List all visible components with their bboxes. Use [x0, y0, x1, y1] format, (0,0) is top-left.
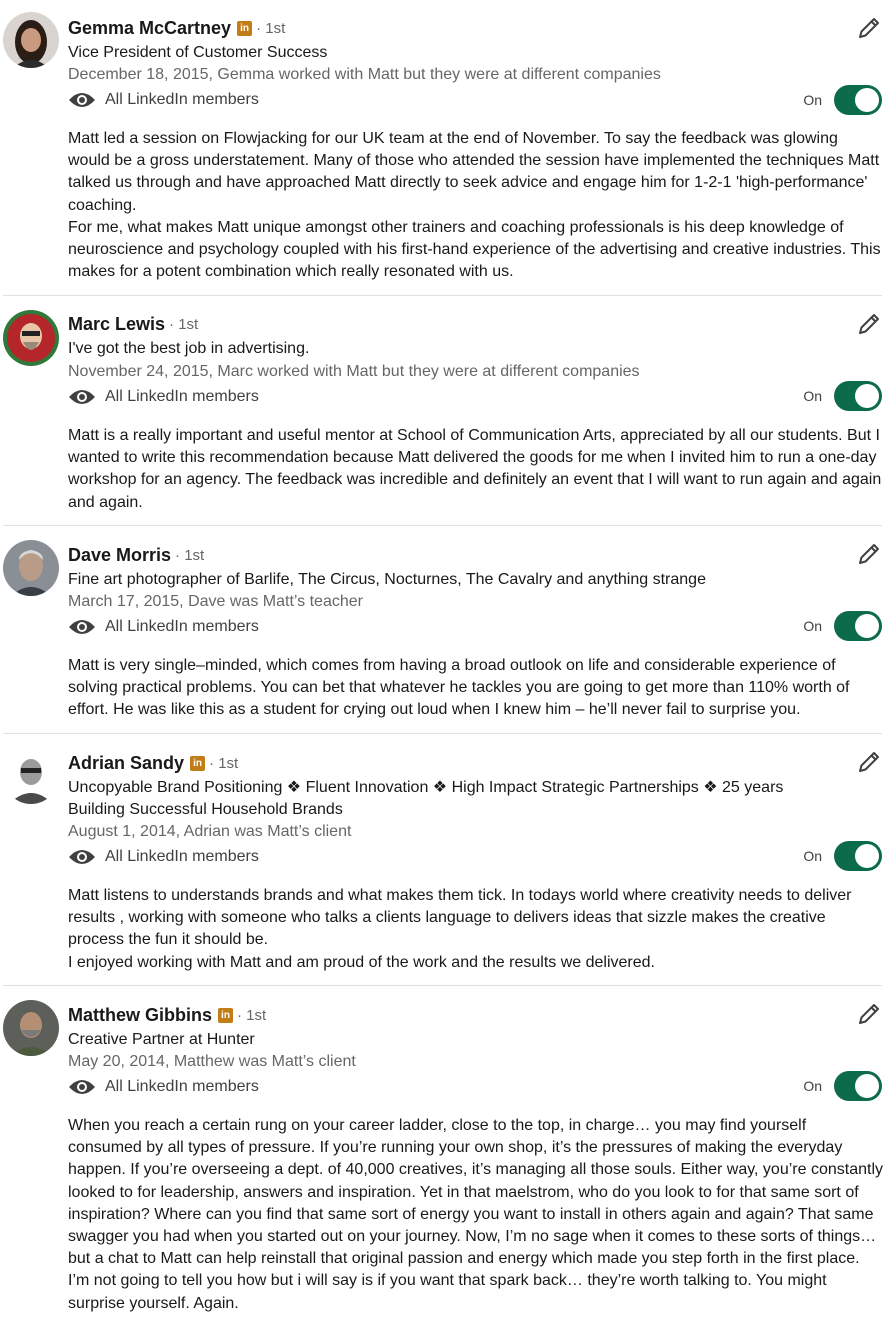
connection-degree: · 1st [237, 1006, 267, 1024]
relationship-meta: May 20, 2014, Matthew was Matt’s client [68, 1053, 356, 1070]
edit-button[interactable] [856, 311, 882, 337]
toggle-label: On [803, 1078, 822, 1094]
member-headline: I've got the best job in advertising. [68, 340, 310, 357]
relationship-meta: November 24, 2015, Marc worked with Matt… [68, 363, 640, 380]
member-headline: Vice President of Customer Success [68, 44, 328, 61]
edit-button[interactable] [856, 749, 882, 775]
visibility-label[interactable]: All LinkedIn members [105, 1078, 259, 1096]
pencil-icon [859, 1004, 879, 1024]
pencil-icon [859, 18, 879, 38]
toggle-label: On [803, 618, 822, 634]
toggle-label: On [803, 848, 822, 864]
divider [3, 525, 882, 526]
visibility-toggle[interactable] [834, 841, 882, 871]
linkedin-icon: in [190, 755, 206, 771]
connection-degree: · 1st [209, 754, 239, 772]
member-headline: Uncopyable Brand Positioning ❖ Fluent In… [68, 779, 784, 818]
eye-icon [68, 617, 96, 637]
avatar[interactable] [3, 748, 59, 804]
visibility-toggle[interactable] [834, 381, 882, 411]
edit-button[interactable] [856, 541, 882, 567]
paragraph: Matt is very single–minded, which comes … [68, 657, 850, 719]
toggle-knob [855, 1074, 879, 1098]
connection-degree: · 1st [256, 19, 286, 37]
toggle-knob [855, 844, 879, 868]
edit-button[interactable] [856, 15, 882, 41]
visibility-toggle[interactable] [834, 85, 882, 115]
connection-degree: · 1st [169, 315, 199, 333]
paragraph: Matt listens to understands brands and w… [68, 887, 852, 949]
paragraph: For me, what makes Matt unique amongst o… [68, 218, 881, 281]
visibility-toggle[interactable] [834, 1071, 882, 1101]
member-name[interactable]: Gemma McCartney [68, 18, 231, 39]
member-name[interactable]: Dave Morris [68, 545, 171, 566]
toggle-knob [855, 384, 879, 408]
paragraph: Matt led a session on Flowjacking for ou… [68, 130, 880, 214]
eye-icon [68, 90, 96, 110]
connection-degree: · 1st [175, 546, 205, 564]
paragraph: Matt is a really important and useful me… [68, 427, 882, 511]
pencil-icon [859, 314, 879, 334]
relationship-meta: March 17, 2015, Dave was Matt’s teacher [68, 593, 363, 610]
toggle-label: On [803, 92, 822, 108]
paragraph: When you reach a certain rung on your ca… [68, 1117, 883, 1312]
recommendation-text: Matt listens to understands brands and w… [68, 885, 884, 974]
eye-icon [68, 1077, 96, 1097]
member-headline: Fine art photographer of Barlife, The Ci… [68, 571, 706, 588]
avatar[interactable] [3, 12, 59, 68]
toggle-knob [855, 88, 879, 112]
divider [3, 733, 882, 734]
avatar[interactable] [3, 1000, 59, 1056]
visibility-label[interactable]: All LinkedIn members [105, 91, 259, 109]
relationship-meta: August 1, 2014, Adrian was Matt’s client [68, 823, 352, 840]
recommendation-text: When you reach a certain rung on your ca… [68, 1115, 884, 1315]
member-name[interactable]: Adrian Sandy [68, 753, 184, 774]
toggle-knob [855, 614, 879, 638]
visibility-label[interactable]: All LinkedIn members [105, 848, 259, 866]
paragraph: I enjoyed working with Matt and am proud… [68, 953, 655, 971]
toggle-label: On [803, 388, 822, 404]
member-name[interactable]: Marc Lewis [68, 314, 165, 335]
eye-icon [68, 387, 96, 407]
eye-icon [68, 847, 96, 867]
linkedin-icon: in [218, 1007, 233, 1023]
visibility-toggle[interactable] [834, 611, 882, 641]
linkedin-icon: in [237, 20, 253, 36]
visibility-label[interactable]: All LinkedIn members [105, 618, 259, 636]
recommendation-text: Matt is very single–minded, which comes … [68, 655, 884, 722]
divider [3, 985, 882, 986]
edit-button[interactable] [856, 1001, 882, 1027]
recommendation-text: Matt is a really important and useful me… [68, 425, 884, 514]
avatar[interactable] [3, 310, 59, 366]
member-headline: Creative Partner at Hunter [68, 1031, 255, 1048]
relationship-meta: December 18, 2015, Gemma worked with Mat… [68, 66, 661, 83]
recommendation-text: Matt led a session on Flowjacking for ou… [68, 128, 884, 283]
pencil-icon [859, 752, 879, 772]
pencil-icon [859, 544, 879, 564]
visibility-label[interactable]: All LinkedIn members [105, 388, 259, 406]
avatar[interactable] [3, 540, 59, 596]
member-name[interactable]: Matthew Gibbins [68, 1005, 212, 1026]
divider [3, 295, 882, 296]
